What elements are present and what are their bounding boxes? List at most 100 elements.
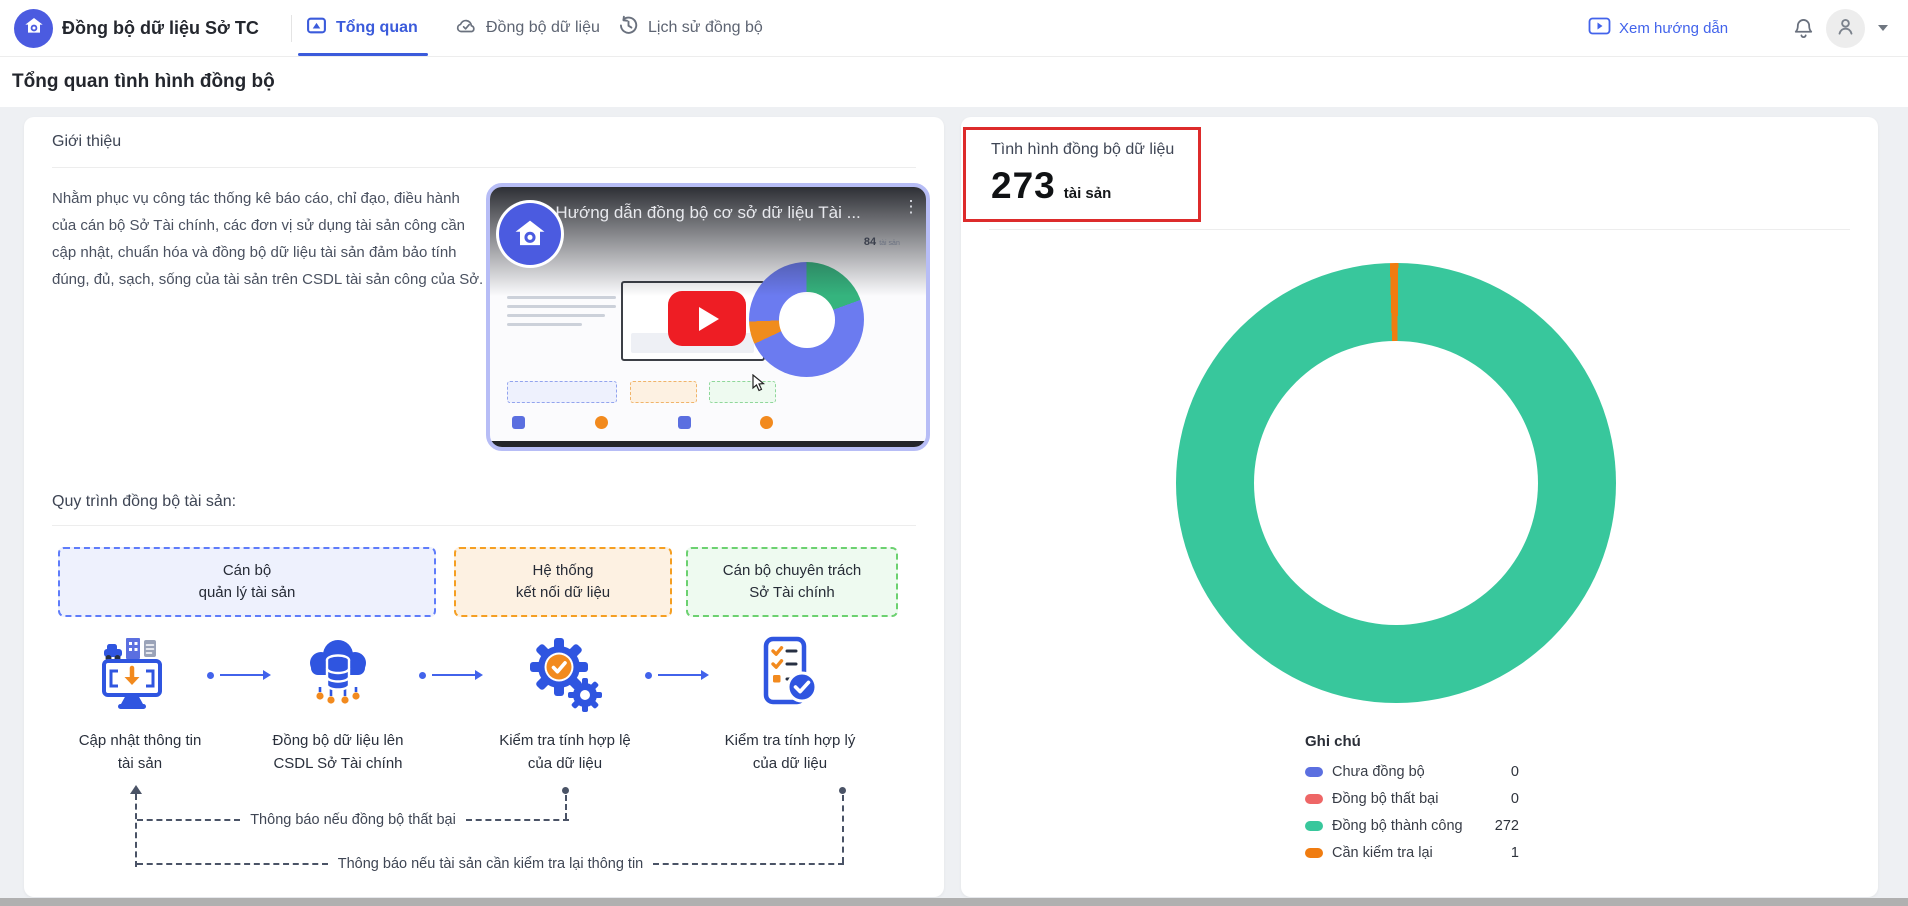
bell-icon[interactable] (1792, 17, 1815, 45)
video-stat: 84 tài sản (864, 236, 900, 248)
step-label-line: Kiểm tra tính hợp lý (680, 729, 900, 752)
active-tab-underline (298, 53, 428, 56)
screen-share-icon (306, 15, 327, 41)
legend-value: 0 (1511, 764, 1519, 780)
role-label-line: Hệ thống (456, 560, 670, 582)
tab-tong-quan[interactable]: Tổng quan (306, 0, 418, 56)
legend-item-chua-dong-bo[interactable]: Chưa đồng bộ 0 (1305, 758, 1519, 785)
legend-label: Đồng bộ thành công (1332, 818, 1463, 834)
tab-label: Tổng quan (336, 19, 418, 37)
chart-legend: Chưa đồng bộ 0 Đồng bộ thất bại 0 Đồng b… (1305, 758, 1519, 866)
legend-value: 272 (1495, 818, 1519, 834)
gears-check-icon (521, 633, 609, 721)
legend-item-can-kiem-tra-lai[interactable]: Cần kiểm tra lại 1 (1305, 839, 1519, 866)
video-overlay-title: Hướng dẫn đồng bộ cơ sở dữ liệu Tài ... (555, 203, 904, 223)
video-guide-icon (1588, 16, 1611, 40)
header-divider (291, 15, 292, 42)
legend-marker (1305, 794, 1323, 804)
role-label-line: quản lý tài sản (60, 582, 434, 604)
video-stat-unit: tài sản (879, 240, 900, 247)
legend-label: Đồng bộ thất bại (1332, 791, 1438, 807)
app-logo (14, 9, 53, 48)
tab-dong-bo-du-lieu[interactable]: Đồng bộ dữ liệu (455, 0, 600, 56)
intro-card: Giới thiệu Nhằm phục vụ công tác thống k… (24, 117, 944, 897)
caret-down-icon[interactable] (1878, 25, 1888, 31)
legend-item-dong-bo-that-bai[interactable]: Đồng bộ thất bại 0 (1305, 785, 1519, 812)
step-label-line: của dữ liệu (455, 752, 675, 775)
sync-total-value: 273 (991, 165, 1056, 207)
legend-marker (1305, 848, 1323, 858)
sync-status-card: Tình hình đồng bộ dữ liệu 273 tài sản Gh… (961, 117, 1878, 897)
flow-arrow-icon (207, 670, 271, 680)
video-play-button[interactable] (668, 291, 746, 346)
section-divider (989, 229, 1850, 230)
feedback-vertical-line (842, 795, 844, 863)
role-label-line: Sở Tài chính (688, 582, 896, 604)
legend-label: Cần kiểm tra lại (1332, 845, 1433, 861)
step-label-line: CSDL Sở Tài chính (228, 752, 448, 775)
role-label-line: Cán bộ chuyên trách (688, 560, 896, 582)
guide-video-thumbnail[interactable]: Hướng dẫn đồng bộ cơ sở dữ liệu Tài ... … (486, 183, 930, 451)
intro-section-title: Giới thiệu (52, 133, 121, 151)
help-link[interactable]: Xem hướng dẫn (1588, 0, 1728, 56)
legend-value: 0 (1511, 791, 1519, 807)
home-logo-icon (22, 14, 46, 43)
legend-marker (1305, 767, 1323, 777)
video-stat-value: 84 (864, 236, 876, 248)
step-label-line: Cập nhật thông tin (30, 729, 250, 752)
role-label-line: Cán bộ (60, 560, 434, 582)
cloud-database-icon (294, 633, 382, 721)
sync-total: 273 tài sản (991, 165, 1111, 207)
checklist-check-icon (746, 633, 834, 721)
feedback-fail-label: Thông báo nếu đồng bộ thất bại (240, 812, 466, 828)
cursor-icon (752, 374, 766, 397)
feedback-dot (839, 787, 846, 794)
role-box-asset-manager: Cán bộ quản lý tài sản (58, 547, 436, 617)
donut-chart-ring[interactable] (1176, 263, 1616, 703)
feedback-fail-line: Thông báo nếu đồng bộ thất bại (137, 811, 569, 829)
legend-label: Chưa đồng bộ (1332, 764, 1425, 780)
tab-label: Đồng bộ dữ liệu (486, 19, 600, 37)
step-label-reasonableness-check: Kiểm tra tính hợp lý của dữ liệu (680, 729, 900, 775)
flow-arrow-icon (419, 670, 483, 680)
page-title-bar: Tổng quan tình hình đồng bộ (0, 57, 1908, 107)
legend-marker (1305, 821, 1323, 831)
process-section-title: Quy trình đồng bộ tài sản: (52, 493, 236, 511)
tab-lich-su-dong-bo[interactable]: Lịch sử đồng bộ (618, 0, 763, 56)
sync-status-title: Tình hình đồng bộ dữ liệu (991, 141, 1174, 159)
bottom-scrollbar[interactable] (0, 898, 1908, 906)
mini-role-boxes (507, 381, 812, 403)
help-link-label: Xem hướng dẫn (1619, 20, 1728, 37)
monitor-assets-icon (96, 633, 184, 721)
step-label-sync-data: Đồng bộ dữ liệu lên CSDL Sở Tài chính (228, 729, 448, 775)
section-divider (52, 525, 916, 526)
mini-step-icons (512, 416, 774, 429)
feedback-recheck-line: Thông báo nếu tài sản cần kiểm tra lại t… (137, 855, 844, 873)
step-label-line: Đồng bộ dữ liệu lên (228, 729, 448, 752)
legend-title: Ghi chú (1305, 733, 1361, 750)
section-divider (52, 167, 916, 168)
legend-item-dong-bo-thanh-cong[interactable]: Đồng bộ thành công 272 (1305, 812, 1519, 839)
mini-text-lines (507, 296, 620, 332)
role-box-system: Hệ thống kết nối dữ liệu (454, 547, 672, 617)
feedback-recheck-label: Thông báo nếu tài sản cần kiểm tra lại t… (328, 856, 654, 872)
role-label-line: kết nối dữ liệu (456, 582, 670, 604)
video-channel-logo (499, 203, 561, 265)
step-label-validity-check: Kiểm tra tính hợp lệ của dữ liệu (455, 729, 675, 775)
cloud-check-icon (455, 16, 477, 41)
step-label-update-info: Cập nhật thông tin tài sản (30, 729, 250, 775)
history-icon (618, 15, 639, 41)
avatar[interactable] (1826, 9, 1865, 48)
intro-paragraph: Nhằm phục vụ công tác thống kê báo cáo, … (52, 185, 488, 293)
role-box-finance-officer: Cán bộ chuyên trách Sở Tài chính (686, 547, 898, 617)
feedback-dot (562, 787, 569, 794)
step-label-line: của dữ liệu (680, 752, 900, 775)
feedback-arrowhead-icon (130, 785, 142, 794)
flow-arrow-icon (645, 670, 709, 680)
page-title: Tổng quan tình hình đồng bộ (12, 71, 275, 93)
legend-value: 1 (1511, 845, 1519, 861)
app-root: Đồng bộ dữ liệu Sở TC Tổng quan Đồng bộ … (0, 0, 1908, 906)
video-bottom-edge (490, 441, 926, 447)
video-menu-icon[interactable]: ⋮ (902, 197, 919, 217)
tab-label: Lịch sử đồng bộ (648, 19, 763, 37)
